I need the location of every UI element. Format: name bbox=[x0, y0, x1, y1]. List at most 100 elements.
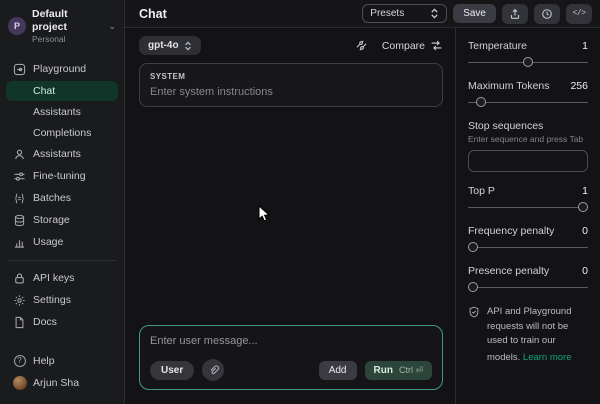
top-p-label: Top P bbox=[468, 185, 495, 197]
sidebar-item-assistants[interactable]: Assistants bbox=[6, 144, 118, 165]
sidebar-item-label: Chat bbox=[33, 85, 55, 97]
topbar: Chat Presets Save </> bbox=[125, 0, 600, 28]
max-tokens-value: 256 bbox=[570, 80, 588, 92]
content: Chat Presets Save </> bbox=[125, 0, 600, 404]
model-name: gpt-4o bbox=[148, 40, 179, 51]
slider-thumb[interactable] bbox=[523, 57, 533, 67]
history-icon bbox=[541, 8, 553, 20]
sidebar-item-label: Assistants bbox=[33, 106, 81, 118]
project-avatar: P bbox=[8, 17, 26, 35]
sidebar: P Default project Personal ⌄ Playground … bbox=[0, 0, 125, 404]
storage-icon bbox=[13, 214, 26, 227]
user-message-input[interactable]: Enter user message... bbox=[150, 335, 432, 347]
slider-thumb[interactable] bbox=[468, 242, 478, 252]
role-toggle-button[interactable]: User bbox=[150, 361, 194, 380]
code-icon: </> bbox=[573, 9, 586, 18]
learn-more-link[interactable]: Learn more bbox=[523, 351, 572, 366]
gear-icon bbox=[13, 294, 26, 307]
sidebar-item-label: Fine-tuning bbox=[33, 170, 86, 182]
frequency-penalty-slider[interactable] bbox=[468, 242, 588, 252]
privacy-note: API and Playground requests will not be … bbox=[468, 305, 588, 366]
max-tokens-slider[interactable] bbox=[468, 97, 588, 107]
system-instructions-input[interactable]: Enter system instructions bbox=[150, 86, 432, 98]
slider-thumb[interactable] bbox=[468, 282, 478, 292]
sidebar-item-settings[interactable]: Settings bbox=[6, 290, 118, 311]
sidebar-item-batches[interactable]: Batches bbox=[6, 188, 118, 209]
document-icon bbox=[13, 316, 26, 329]
system-message-box[interactable]: SYSTEM Enter system instructions bbox=[139, 63, 443, 107]
max-tokens-label: Maximum Tokens bbox=[468, 80, 550, 92]
sidebar-item-completions[interactable]: Completions bbox=[6, 123, 118, 143]
user-message-composer[interactable]: Enter user message... User Add Run Ctrl … bbox=[139, 325, 443, 390]
help-icon: ? bbox=[13, 354, 26, 367]
paperclip-icon bbox=[208, 365, 219, 376]
sidebar-item-label: Batches bbox=[33, 192, 71, 204]
save-button[interactable]: Save bbox=[453, 4, 496, 23]
compare-button[interactable]: Compare bbox=[382, 39, 443, 52]
sidebar-item-label: Settings bbox=[33, 294, 71, 306]
temperature-slider[interactable] bbox=[468, 57, 588, 67]
tune-icon bbox=[355, 39, 368, 52]
presence-penalty-value: 0 bbox=[582, 265, 588, 277]
slider-thumb[interactable] bbox=[476, 97, 486, 107]
usage-icon bbox=[13, 236, 26, 249]
sidebar-item-label: API keys bbox=[33, 272, 74, 284]
chevron-down-icon: ⌄ bbox=[108, 21, 116, 32]
history-button[interactable] bbox=[534, 4, 560, 24]
project-name: Default project bbox=[32, 8, 102, 34]
sidebar-item-label: Assistants bbox=[33, 148, 81, 160]
share-button[interactable] bbox=[502, 4, 528, 24]
presence-penalty-slider[interactable] bbox=[468, 282, 588, 292]
sidebar-item-api-keys[interactable]: API keys bbox=[6, 268, 118, 289]
sidebar-item-fine-tuning[interactable]: Fine-tuning bbox=[6, 166, 118, 187]
model-selector[interactable]: gpt-4o bbox=[139, 36, 201, 55]
sidebar-item-storage[interactable]: Storage bbox=[6, 210, 118, 231]
settings-panel: Temperature 1 Maximum Tokens 256 Stop se… bbox=[455, 28, 600, 404]
frequency-penalty-value: 0 bbox=[582, 225, 588, 237]
tune-button[interactable] bbox=[355, 39, 368, 52]
frequency-penalty-label: Frequency penalty bbox=[468, 225, 554, 237]
fine-tuning-icon bbox=[13, 170, 26, 183]
project-switcher[interactable]: P Default project Personal ⌄ bbox=[0, 0, 124, 55]
user-avatar bbox=[13, 376, 26, 389]
presets-select[interactable]: Presets bbox=[362, 4, 447, 23]
run-shortcut: Ctrl ⏎ bbox=[399, 365, 423, 376]
chat-panel: gpt-4o Compare SYSTEM bbox=[125, 28, 455, 404]
page-title: Chat bbox=[139, 7, 167, 21]
sidebar-item-chat[interactable]: Chat bbox=[6, 81, 118, 101]
sidebar-item-usage[interactable]: Usage bbox=[6, 232, 118, 253]
sidebar-nav: Playground Chat Assistants Completions A… bbox=[0, 55, 124, 344]
temperature-value: 1 bbox=[582, 40, 588, 52]
batches-icon bbox=[13, 192, 26, 205]
run-button[interactable]: Run Ctrl ⏎ bbox=[365, 361, 433, 380]
sidebar-item-label: Playground bbox=[33, 63, 86, 75]
share-icon bbox=[509, 8, 521, 20]
playground-app: P Default project Personal ⌄ Playground … bbox=[0, 0, 600, 404]
stop-sequences-input[interactable] bbox=[468, 150, 588, 172]
attach-button[interactable] bbox=[202, 359, 224, 381]
sidebar-item-label: Storage bbox=[33, 214, 70, 226]
sidebar-item-label: Docs bbox=[33, 316, 57, 328]
top-p-slider[interactable] bbox=[468, 202, 588, 212]
project-subtitle: Personal bbox=[32, 34, 102, 45]
sidebar-item-label: Completions bbox=[33, 127, 91, 139]
sidebar-item-assistants-sub[interactable]: Assistants bbox=[6, 102, 118, 122]
temperature-label: Temperature bbox=[468, 40, 527, 52]
compare-icon bbox=[430, 39, 443, 52]
view-code-button[interactable]: </> bbox=[566, 4, 592, 24]
sidebar-item-label: Usage bbox=[33, 236, 63, 248]
help-button[interactable]: ? Help bbox=[6, 350, 118, 371]
presets-label: Presets bbox=[370, 8, 404, 19]
slider-thumb[interactable] bbox=[578, 202, 588, 212]
presence-penalty-label: Presence penalty bbox=[468, 265, 549, 277]
shield-check-icon bbox=[468, 306, 480, 366]
lock-icon bbox=[13, 272, 26, 285]
run-label: Run bbox=[374, 365, 393, 376]
stop-sequences-label: Stop sequences bbox=[468, 120, 588, 132]
stop-sequences-helper: Enter sequence and press Tab bbox=[468, 134, 588, 144]
chat-toolbar: gpt-4o Compare bbox=[139, 36, 443, 55]
account-menu[interactable]: Arjun Sha bbox=[6, 372, 118, 393]
sidebar-item-playground[interactable]: Playground bbox=[6, 59, 118, 80]
sidebar-item-docs[interactable]: Docs bbox=[6, 312, 118, 333]
add-message-button[interactable]: Add bbox=[319, 361, 357, 380]
